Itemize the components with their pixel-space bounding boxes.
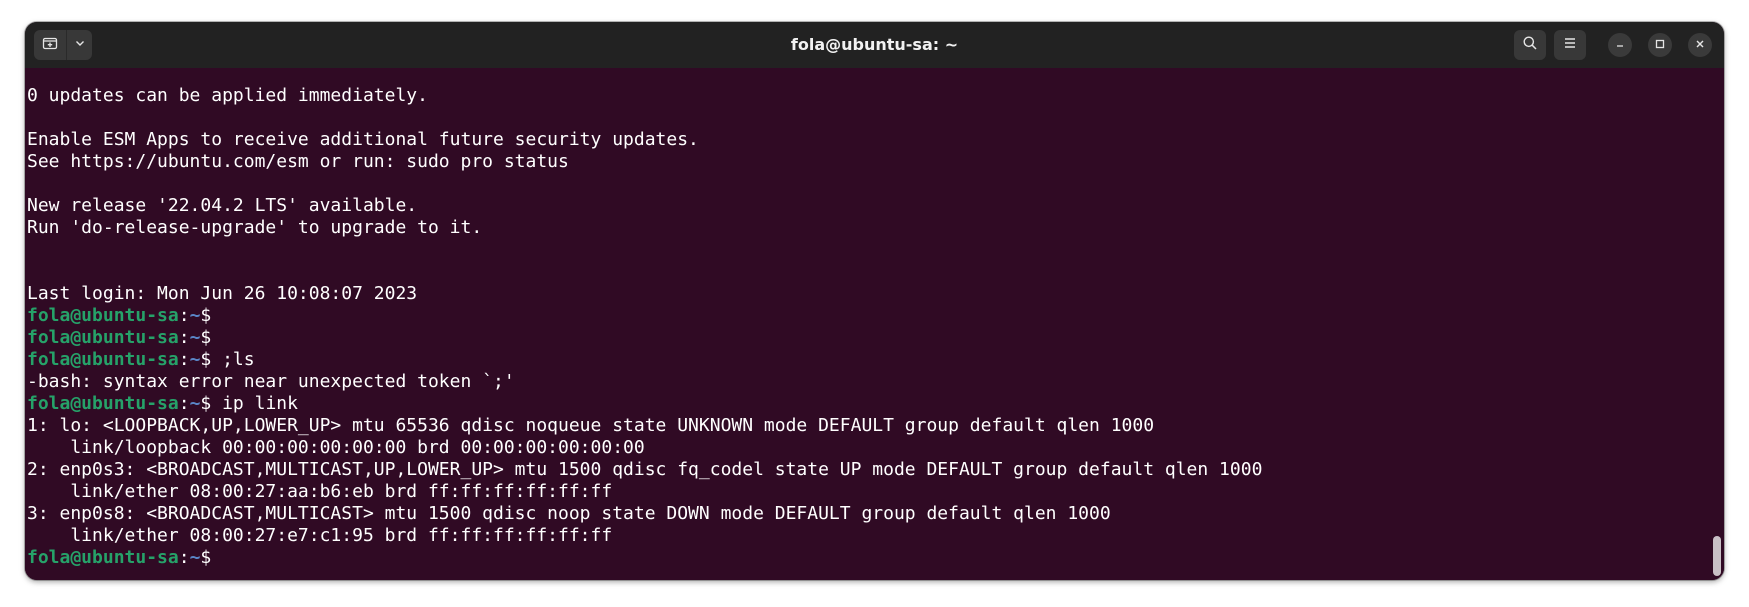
output-text: link/loopback 00:00:00:00:00:00 brd 00:0… — [27, 437, 645, 458]
prompt-user: fola@ubuntu-sa — [27, 547, 179, 568]
prompt-line: fola@ubuntu-sa:~$ — [27, 305, 1262, 327]
main-menu-button[interactable] — [1554, 30, 1586, 60]
prompt-separator: : — [178, 305, 190, 326]
prompt-path: ~ — [189, 547, 201, 568]
output-line: link/loopback 00:00:00:00:00:00 brd 00:0… — [27, 437, 1262, 459]
prompt-line: fola@ubuntu-sa:~$ ;ls — [27, 349, 1262, 371]
terminal-output[interactable]: 0 updates can be applied immediately. Ena… — [25, 68, 1724, 580]
output-line: link/ether 08:00:27:e7:c1:95 brd ff:ff:f… — [27, 525, 1262, 547]
tab-controls — [34, 30, 92, 60]
terminal-lines: 0 updates can be applied immediately. Ena… — [27, 85, 1262, 569]
prompt-separator: : — [178, 349, 190, 370]
output-text: -bash: syntax error near unexpected toke… — [27, 371, 515, 392]
prompt-path: ~ — [189, 305, 201, 326]
output-text: link/ether 08:00:27:aa:b6:eb brd ff:ff:f… — [27, 481, 613, 502]
prompt-symbol: $ — [200, 327, 223, 348]
minimize-button[interactable] — [1608, 33, 1632, 57]
prompt-symbol: $ — [200, 305, 223, 326]
prompt-separator: : — [178, 327, 190, 348]
prompt-separator: : — [178, 547, 190, 568]
hamburger-menu-icon — [1562, 35, 1578, 56]
output-text: See https://ubuntu.com/esm or run: sudo … — [27, 151, 569, 172]
prompt-user: fola@ubuntu-sa — [27, 305, 179, 326]
new-tab-icon — [42, 35, 58, 56]
output-text: 0 updates can be applied immediately. — [27, 85, 428, 106]
close-button[interactable] — [1688, 33, 1712, 57]
new-tab-button[interactable] — [34, 30, 67, 60]
output-line: 2: enp0s3: <BROADCAST,MULTICAST,UP,LOWER… — [27, 459, 1262, 481]
search-icon — [1522, 35, 1538, 56]
title-bar[interactable]: fola@ubuntu-sa: ~ — [25, 22, 1724, 68]
prompt-line: fola@ubuntu-sa:~$ ip link — [27, 393, 1262, 415]
tab-menu-button[interactable] — [67, 30, 92, 60]
output-text: 3: enp0s8: <BROADCAST,MULTICAST> mtu 150… — [27, 503, 1111, 524]
output-line: link/ether 08:00:27:aa:b6:eb brd ff:ff:f… — [27, 481, 1262, 503]
output-text: New release '22.04.2 LTS' available. — [27, 195, 418, 216]
scrollbar[interactable] — [1713, 536, 1721, 576]
output-text: Run 'do-release-upgrade' to upgrade to i… — [27, 217, 483, 238]
output-text: 2: enp0s3: <BROADCAST,MULTICAST,UP,LOWER… — [27, 459, 1263, 480]
minimize-icon — [1615, 36, 1625, 54]
prompt-symbol: $ — [200, 349, 223, 370]
prompt-user: fola@ubuntu-sa — [27, 327, 179, 348]
prompt-symbol: $ — [200, 547, 223, 568]
prompt-user: fola@ubuntu-sa — [27, 349, 179, 370]
window-title: fola@ubuntu-sa: ~ — [790, 35, 959, 54]
output-text: Last login: Mon Jun 26 10:08:07 2023 — [27, 283, 418, 304]
prompt-path: ~ — [189, 327, 201, 348]
output-line: New release '22.04.2 LTS' available. — [27, 195, 1262, 217]
terminal-window: fola@ubuntu-sa: ~ 0 updates can be appli… — [25, 22, 1724, 580]
output-line: See https://ubuntu.com/esm or run: sudo … — [27, 151, 1262, 173]
prompt-path: ~ — [189, 393, 201, 414]
output-line: 3: enp0s8: <BROADCAST,MULTICAST> mtu 150… — [27, 503, 1262, 525]
close-icon — [1695, 36, 1705, 54]
prompt-line: fola@ubuntu-sa:~$ — [27, 547, 1262, 569]
prompt-symbol: $ — [200, 393, 223, 414]
output-line: 1: lo: <LOOPBACK,UP,LOWER_UP> mtu 65536 … — [27, 415, 1262, 437]
output-line: -bash: syntax error near unexpected toke… — [27, 371, 1262, 393]
output-text: link/ether 08:00:27:e7:c1:95 brd ff:ff:f… — [27, 525, 613, 546]
prompt-path: ~ — [189, 349, 201, 370]
search-button[interactable] — [1514, 30, 1546, 60]
output-text: 1: lo: <LOOPBACK,UP,LOWER_UP> mtu 65536 … — [27, 415, 1155, 436]
maximize-icon — [1655, 36, 1665, 54]
prompt-separator: : — [178, 393, 190, 414]
command-text: ip link — [222, 393, 298, 414]
prompt-line: fola@ubuntu-sa:~$ — [27, 327, 1262, 349]
maximize-button[interactable] — [1648, 33, 1672, 57]
output-text: Enable ESM Apps to receive additional fu… — [27, 129, 699, 150]
chevron-down-icon — [74, 36, 86, 54]
command-text: ;ls — [222, 349, 255, 370]
output-line: 0 updates can be applied immediately. — [27, 85, 1262, 107]
prompt-user: fola@ubuntu-sa — [27, 393, 179, 414]
output-line: Last login: Mon Jun 26 10:08:07 2023 — [27, 283, 1262, 305]
output-line: Enable ESM Apps to receive additional fu… — [27, 129, 1262, 151]
output-line: Run 'do-release-upgrade' to upgrade to i… — [27, 217, 1262, 239]
